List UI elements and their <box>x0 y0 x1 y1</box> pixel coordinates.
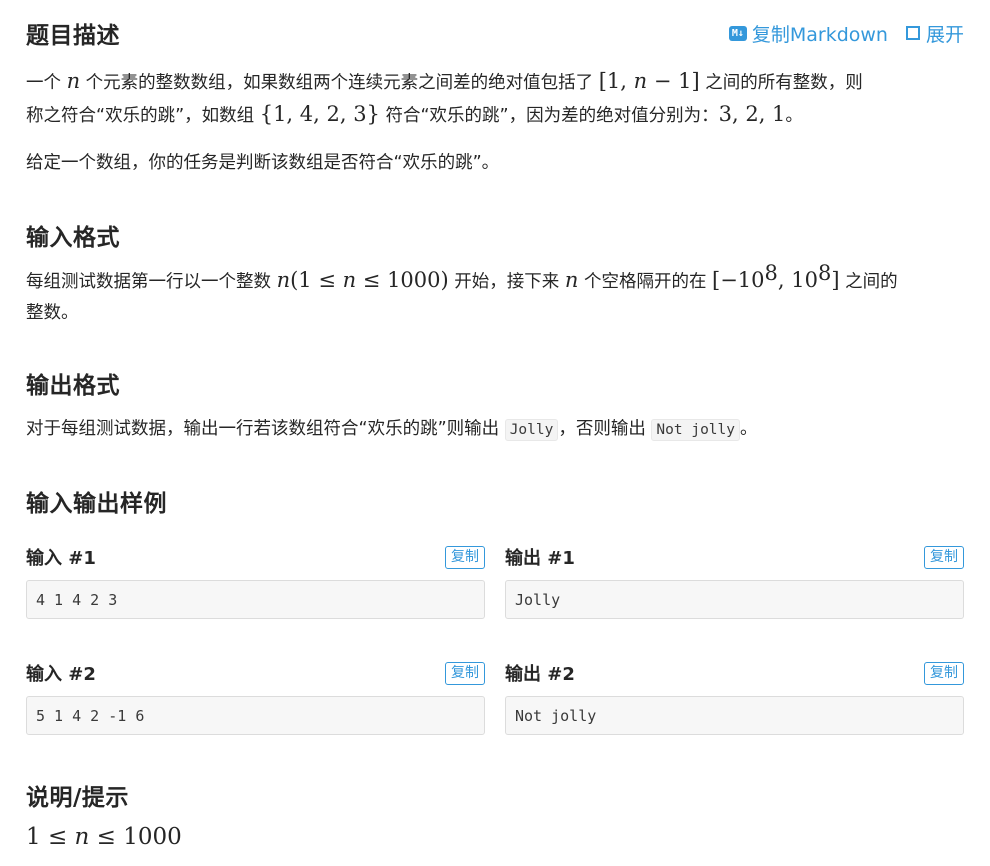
math-text: ≤ 1000 <box>89 824 182 850</box>
markdown-icon: M↓ <box>728 25 747 41</box>
math-exponent: 8 <box>764 261 778 286</box>
text-span: 整数。 <box>26 303 79 323</box>
math-cond-close: ≤ 1000) <box>356 268 449 292</box>
copy-input-1-button[interactable]: 复制 <box>445 545 485 569</box>
copy-output-1-button[interactable]: 复制 <box>924 545 964 569</box>
math-n: n <box>564 268 579 292</box>
sample-input-1: 输入 #1 复制 4 1 4 2 3 <box>26 542 485 619</box>
text-span: 开始，接下来 <box>448 272 565 292</box>
math-text: 1 ≤ <box>26 824 75 850</box>
hint-text: 1 ≤ n ≤ 1000 <box>26 822 182 855</box>
math-exponent: 8 <box>817 261 832 286</box>
math-cond-open: (1 ≤ <box>290 268 343 292</box>
math-n: n <box>74 824 90 850</box>
text-span: 对于每组测试数据，输出一行若该数组符合“欢乐的跳”则输出 <box>26 419 505 439</box>
output-format-text: 对于每组测试数据，输出一行若该数组符合“欢乐的跳”则输出 Jolly ，否则输出 … <box>26 414 964 446</box>
math-diffs: 3, 2, 1 <box>718 102 786 126</box>
math-n: n <box>66 69 81 93</box>
text-span: 符合“欢乐的跳”，因为差的绝对值分别为： <box>379 106 719 126</box>
input-format-text: 每组测试数据第一行以一个整数 n(1 ≤ n ≤ 1000) 开始，接下来 n … <box>26 263 964 329</box>
text-span: ，否则输出 <box>558 419 652 439</box>
text-span: 之间的 <box>839 272 898 292</box>
sample-output-1-label: 输出 #1 <box>505 548 575 569</box>
text-span: 每组测试数据第一行以一个整数 <box>26 272 277 292</box>
sample-input-1-box[interactable]: 4 1 4 2 3 <box>26 580 485 619</box>
expand-button[interactable]: 展开 <box>888 20 964 47</box>
output-format-title: 输出格式 <box>26 373 120 399</box>
copy-output-2-button[interactable]: 复制 <box>924 661 964 685</box>
description-paragraph-2: 给定一个数组，你的任务是判断该数组是否符合“欢乐的跳”。 <box>26 153 500 173</box>
math-n: n <box>342 268 357 292</box>
input-format-title: 输入格式 <box>26 225 120 251</box>
copy-input-2-button[interactable]: 复制 <box>445 661 485 685</box>
description-body: 一个 n 个元素的整数数组，如果数组两个连续元素之间差的绝对值包括了 [1, n… <box>26 66 964 179</box>
math-n: n <box>633 69 648 93</box>
math-set: {1, 4, 2, 3} <box>259 102 380 126</box>
code-jolly: Jolly <box>504 419 559 441</box>
header-actions: M↓ 复制Markdown 展开 <box>728 20 964 47</box>
text-span: 。 <box>785 106 803 126</box>
math-range: , 10 <box>777 268 818 292</box>
math-range: ] <box>831 268 840 292</box>
description-paragraph-1: 一个 n 个元素的整数数组，如果数组两个连续元素之间差的绝对值包括了 [1, n… <box>26 66 964 132</box>
sample-output-2: 输出 #2 复制 Not jolly <box>505 658 964 735</box>
sample-input-2-box[interactable]: 5 1 4 2 -1 6 <box>26 696 485 735</box>
text-span: 个元素的整数数组，如果数组两个连续元素之间差的绝对值包括了 <box>80 73 599 93</box>
sample-input-2: 输入 #2 复制 5 1 4 2 -1 6 <box>26 658 485 735</box>
text-span: 。 <box>740 419 758 439</box>
expand-icon <box>905 26 920 40</box>
copy-markdown-label: 复制Markdown <box>751 23 888 46</box>
sample-output-2-box[interactable]: Not jolly <box>505 696 964 735</box>
math-range-open: [1, <box>598 69 634 93</box>
text-span: 之间的所有整数，则 <box>699 73 863 93</box>
description-title: 题目描述 <box>26 23 120 49</box>
samples-title: 输入输出样例 <box>26 491 167 517</box>
text-span: 个空格隔开的在 <box>578 272 713 292</box>
sample-input-1-label: 输入 #1 <box>26 548 96 569</box>
math-range: [−10 <box>712 268 765 292</box>
hint-title: 说明/提示 <box>26 785 129 811</box>
math-n: n <box>276 268 291 292</box>
sample-output-1: 输出 #1 复制 Jolly <box>505 542 964 619</box>
sample-output-1-box[interactable]: Jolly <box>505 580 964 619</box>
sample-input-2-label: 输入 #2 <box>26 664 96 685</box>
text-span: 称之符合“欢乐的跳”，如数组 <box>26 106 260 126</box>
copy-markdown-button[interactable]: M↓ 复制Markdown <box>728 20 888 47</box>
math-range-close: − 1] <box>647 69 700 93</box>
description-header: 题目描述 M↓ 复制Markdown 展开 <box>26 17 964 49</box>
sample-output-2-label: 输出 #2 <box>505 664 575 685</box>
text-span: 一个 <box>26 73 67 93</box>
code-not-jolly: Not jolly <box>651 419 740 441</box>
expand-label: 展开 <box>925 23 964 46</box>
